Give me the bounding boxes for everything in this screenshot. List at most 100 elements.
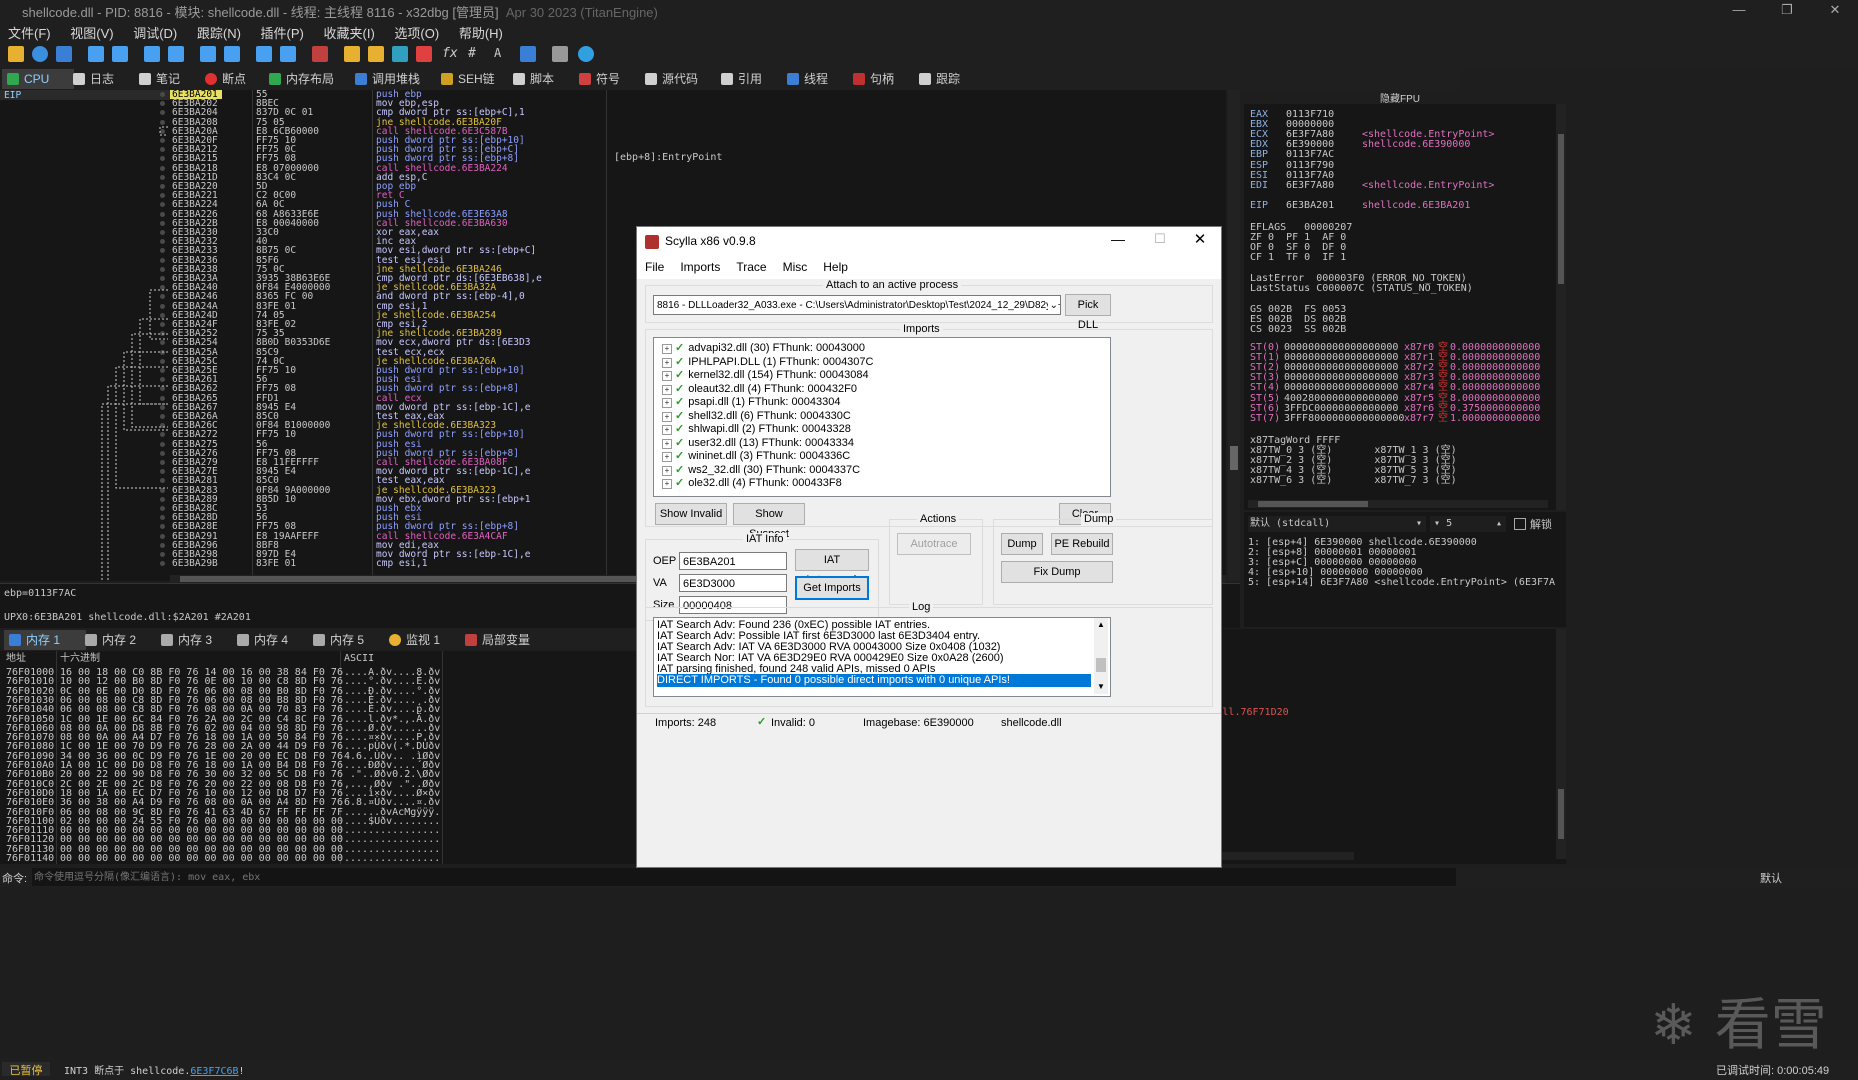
arg-count-spinner[interactable]: ▾ 5 ▴: [1430, 516, 1506, 532]
expand-icon[interactable]: +: [662, 425, 672, 435]
tab-memory-4[interactable]: 内存 4: [232, 630, 314, 650]
import-module-item[interactable]: + ✓ ole32.dll (4) FThunk: 000433F8: [662, 475, 842, 491]
scylla-menu-file[interactable]: File: [637, 257, 672, 274]
show-suspect-button[interactable]: Show Suspect: [733, 503, 805, 540]
register-value[interactable]: 6E3F7A80: [1286, 180, 1334, 191]
get-imports-button[interactable]: Get Imports: [795, 576, 869, 600]
scylla-maximize-button[interactable]: ☐: [1145, 231, 1175, 247]
iat-autosearch-button[interactable]: IAT Autosearch: [795, 549, 869, 586]
comment-icon[interactable]: [368, 46, 384, 62]
tab-memory-3[interactable]: 内存 3: [156, 630, 238, 650]
restart-icon[interactable]: [32, 46, 48, 62]
imports-tree[interactable]: + ✓ advapi32.dll (30) FThunk: 00043000 + ✓ IP…: [653, 337, 1111, 497]
show-invalid-button[interactable]: Show Invalid: [655, 503, 727, 525]
unlock-checkbox[interactable]: [1514, 518, 1526, 530]
process-select[interactable]: 8816 - DLLLoader32_A033.exe - C:\Users\A…: [653, 295, 1061, 315]
tab-memory-5[interactable]: 内存 5: [308, 630, 390, 650]
bookmark-icon[interactable]: [416, 46, 432, 62]
log-scrollbar[interactable]: ▲ ▼: [1094, 618, 1108, 694]
log-list[interactable]: IAT Search Adv: Found 236 (0xEC) possibl…: [653, 617, 1111, 697]
menu-options[interactable]: 选项(O): [386, 20, 447, 42]
register-value[interactable]: 0113F7AC: [1286, 150, 1334, 160]
menu-plugins[interactable]: 插件(P): [253, 20, 312, 42]
tab-seh[interactable]: SEH链: [436, 69, 518, 89]
fpu-toggle[interactable]: 隐藏FPU: [1244, 90, 1556, 105]
status-address-link[interactable]: 6E3F7C6B: [190, 1066, 238, 1077]
step-over-icon[interactable]: [168, 46, 184, 62]
tab-trace[interactable]: 跟踪: [914, 69, 986, 89]
trace-over-icon[interactable]: [224, 46, 240, 62]
calculator-icon[interactable]: [552, 46, 568, 62]
fix-dump-button[interactable]: Fix Dump: [1001, 561, 1113, 583]
help-icon[interactable]: [578, 46, 594, 62]
expand-icon[interactable]: +: [662, 357, 672, 368]
hash-icon[interactable]: #: [468, 46, 484, 62]
tab-source[interactable]: 源代码: [640, 69, 724, 89]
tab-memory-map[interactable]: 内存布局: [264, 69, 360, 89]
scylla-menu-imports[interactable]: Imports: [672, 257, 728, 274]
stop-icon[interactable]: [56, 46, 72, 62]
menu-help[interactable]: 帮助(H): [451, 20, 511, 42]
tab-threads[interactable]: 线程: [782, 69, 854, 89]
pe-rebuild-button[interactable]: PE Rebuild: [1051, 533, 1113, 555]
tab-log[interactable]: 日志: [68, 69, 140, 89]
scylla-close-button[interactable]: ✕: [1185, 230, 1215, 248]
expand-icon[interactable]: +: [662, 371, 672, 381]
close-button[interactable]: ✕: [1812, 0, 1858, 20]
label-icon[interactable]: [392, 46, 408, 62]
menu-debug[interactable]: 调试(D): [125, 20, 185, 42]
command-input[interactable]: [32, 868, 1456, 886]
oep-input[interactable]: 6E3BA201: [679, 552, 787, 570]
tab-symbols[interactable]: 符号: [574, 69, 646, 89]
tab-locals[interactable]: 局部变量: [460, 630, 556, 650]
execute-till-return-icon[interactable]: [256, 46, 272, 62]
pause-icon[interactable]: [112, 46, 128, 62]
pick-dll-button[interactable]: Pick DLL: [1065, 294, 1111, 331]
va-input[interactable]: 6E3D3000: [679, 574, 787, 592]
scylla-menu-trace[interactable]: Trace: [728, 257, 774, 274]
expand-icon[interactable]: +: [662, 398, 672, 408]
tab-script[interactable]: 脚本: [508, 69, 580, 89]
tab-handles[interactable]: 句柄: [848, 69, 920, 89]
expand-icon[interactable]: +: [662, 411, 672, 422]
menu-favourites[interactable]: 收藏夹(I): [316, 20, 383, 42]
maximize-button[interactable]: ❐: [1764, 0, 1810, 20]
stack-scrollbar[interactable]: [1556, 629, 1566, 859]
tab-breakpoints[interactable]: 断点: [200, 69, 272, 89]
function-icon[interactable]: fx: [442, 46, 458, 62]
tab-watch-1[interactable]: 监视 1: [384, 630, 466, 650]
register-value[interactable]: 6E3BA201: [1286, 200, 1334, 211]
disasm-scrollbar[interactable]: [1228, 90, 1240, 581]
menu-view[interactable]: 视图(V): [62, 20, 121, 42]
hex-bytes[interactable]: 00 00 00 00 00 00 00 00 00 00 00 00 00 0…: [60, 853, 343, 864]
expand-icon[interactable]: +: [662, 438, 672, 449]
pen-icon[interactable]: [344, 46, 360, 62]
expand-icon[interactable]: +: [662, 344, 672, 354]
minimize-button[interactable]: —: [1716, 0, 1762, 20]
scylla-icon[interactable]: [312, 46, 328, 62]
autotrace-button[interactable]: Autotrace: [897, 533, 971, 555]
expand-icon[interactable]: +: [662, 479, 672, 489]
calling-convention-select[interactable]: 默认 (stdcall) ▾: [1248, 516, 1426, 532]
expand-icon[interactable]: +: [662, 452, 672, 462]
menu-trace[interactable]: 跟踪(N): [189, 20, 249, 42]
run-to-user-code-icon[interactable]: [280, 46, 296, 62]
step-into-icon[interactable]: [144, 46, 160, 62]
open-icon[interactable]: [8, 46, 24, 62]
scylla-menu-help[interactable]: Help: [815, 257, 856, 274]
registers-hscroll[interactable]: [1248, 500, 1548, 508]
tab-references[interactable]: 引用: [716, 69, 788, 89]
expand-icon[interactable]: +: [662, 465, 672, 476]
font-icon[interactable]: A: [494, 46, 510, 62]
command-mode[interactable]: 默认: [1760, 870, 1782, 886]
tab-memory-1[interactable]: 内存 1: [4, 630, 86, 650]
scylla-minimize-button[interactable]: —: [1103, 231, 1133, 247]
registers-scrollbar[interactable]: [1556, 104, 1566, 510]
scylla-menu-misc[interactable]: Misc: [775, 257, 816, 274]
expand-icon[interactable]: +: [662, 384, 672, 395]
tab-cpu[interactable]: CPU: [2, 69, 74, 89]
menu-file[interactable]: 文件(F): [0, 20, 59, 42]
run-icon[interactable]: [88, 46, 104, 62]
patch-icon[interactable]: [520, 46, 536, 62]
trace-into-icon[interactable]: [200, 46, 216, 62]
